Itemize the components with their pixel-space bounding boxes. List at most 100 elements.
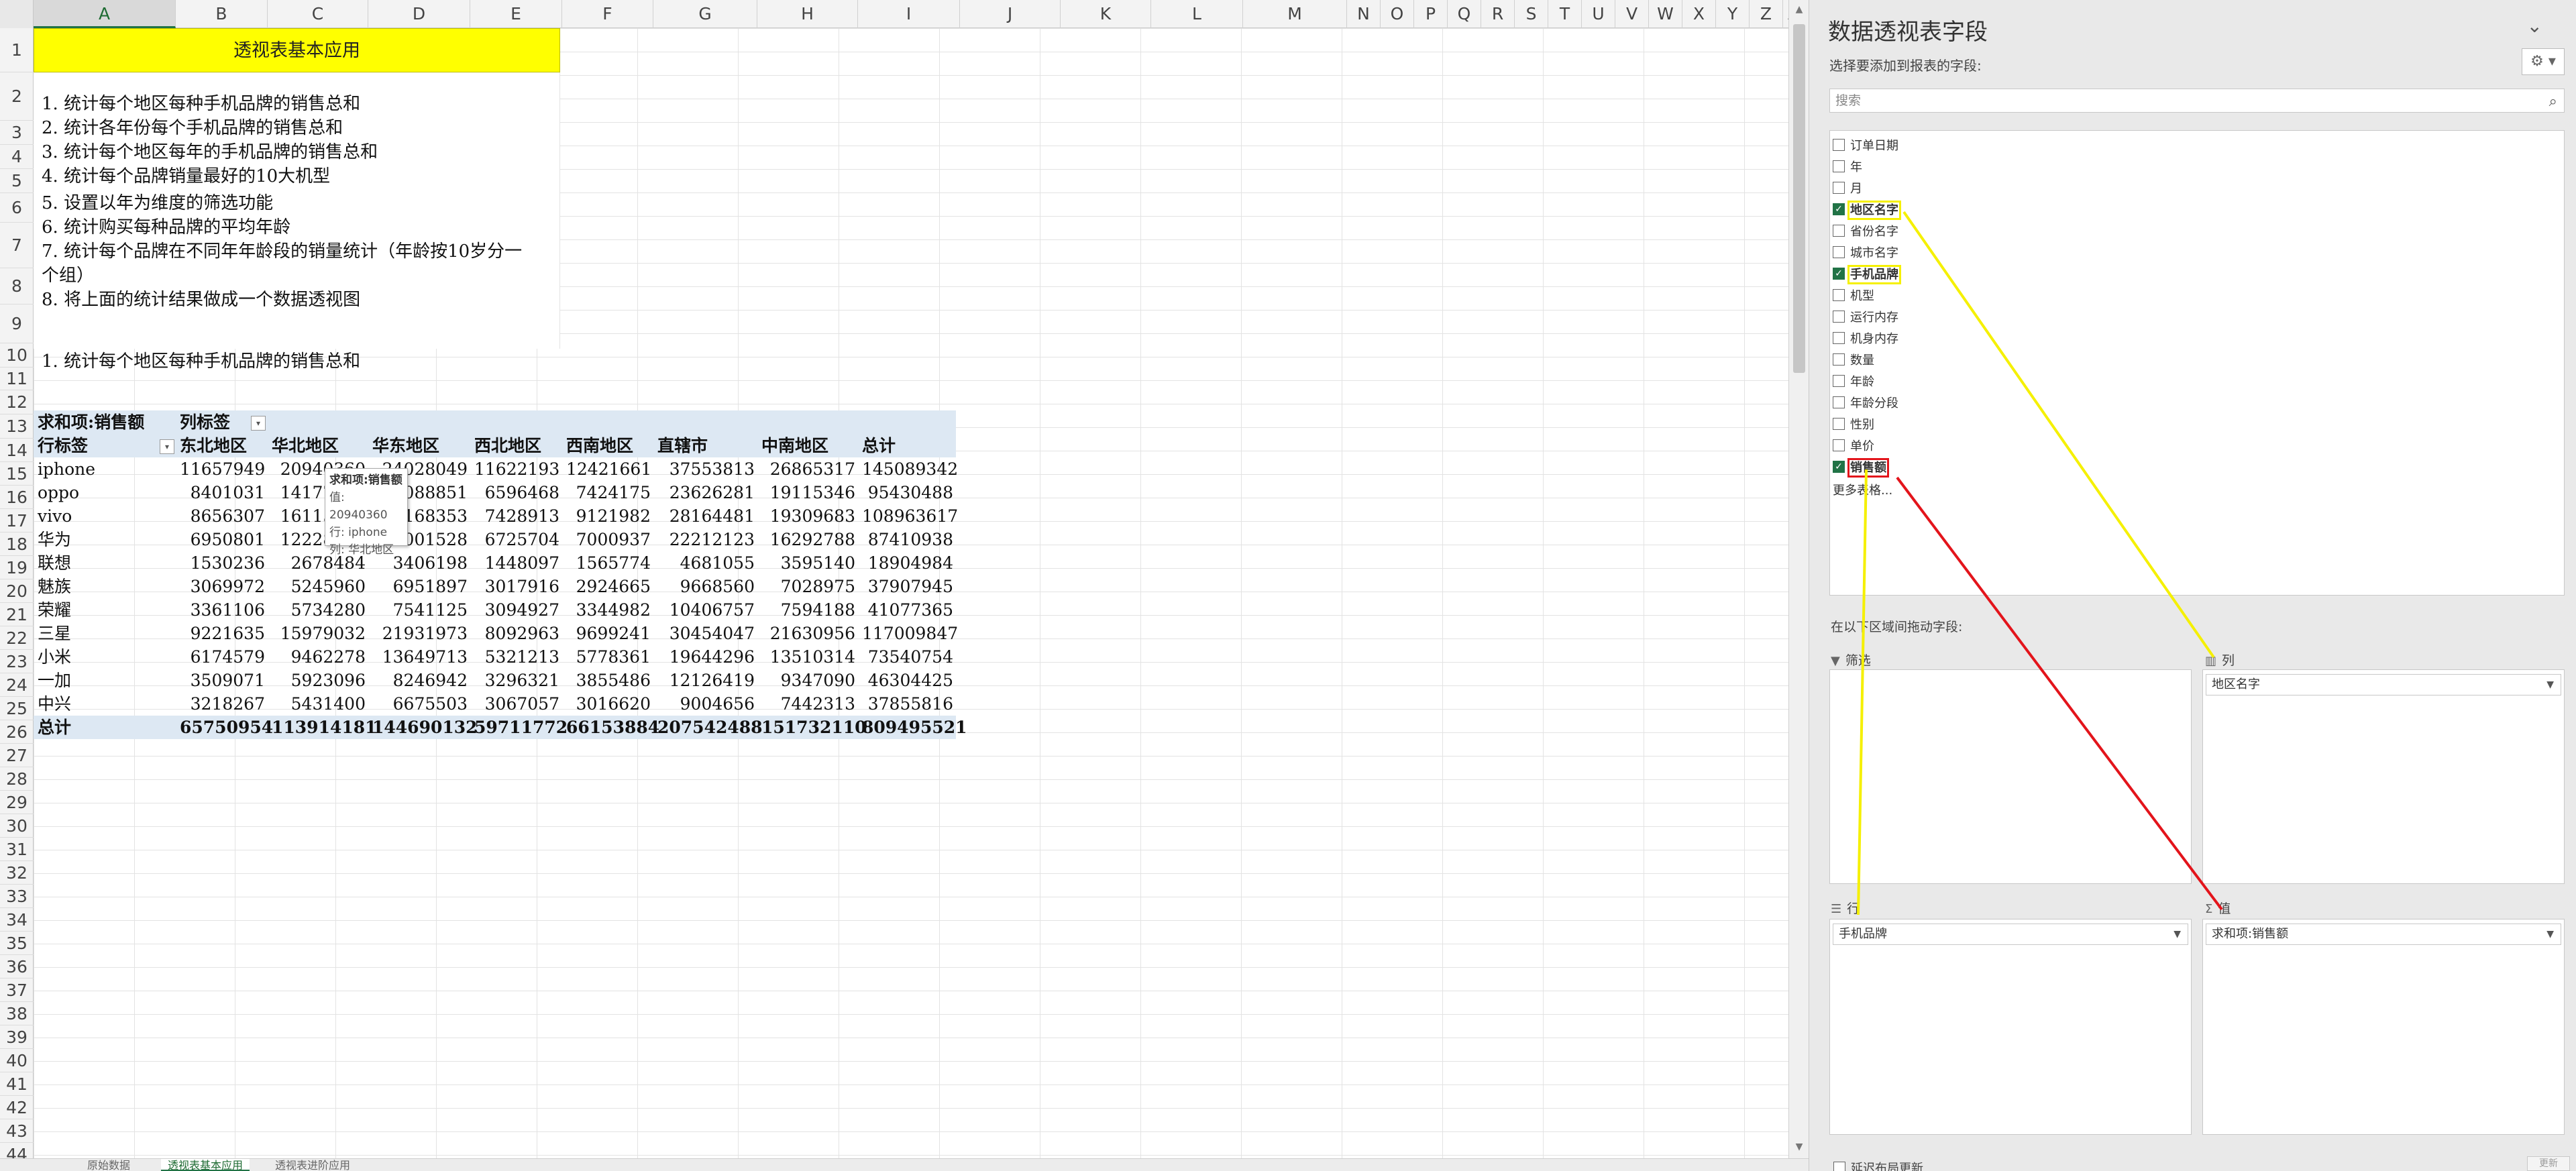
row-header[interactable]: 33 <box>0 885 34 908</box>
pivot-header-cell[interactable]: 东北地区 <box>180 434 265 457</box>
checkbox-icon[interactable] <box>1833 418 1845 430</box>
pivot-total-cell[interactable]: 809495521 <box>862 716 967 739</box>
column-header-f[interactable]: F <box>562 0 653 28</box>
checkbox-icon[interactable] <box>1833 396 1845 408</box>
column-header-c[interactable]: C <box>268 0 368 28</box>
pivot-data-row[interactable]: 中兴 3218267 5431400 6675503 3067057 3016620 900… <box>34 692 956 716</box>
field-item[interactable]: 省份名字 <box>1833 222 1898 242</box>
instruction-line[interactable]: 6. 统计购买每种品牌的平均年龄 <box>42 213 290 238</box>
instruction-line[interactable]: 8. 将上面的统计结果做成一个数据透视图 <box>42 286 360 311</box>
column-header-h[interactable]: H <box>757 0 858 28</box>
pivot-value-label[interactable]: 求和项:销售额 <box>38 410 173 434</box>
field-item[interactable]: 性别 <box>1833 415 1874 435</box>
pivot-value-cell[interactable]: 37855816 <box>862 692 953 716</box>
column-header-w[interactable]: W <box>1649 0 1682 28</box>
pivot-total-cell[interactable]: 59711772 <box>474 716 568 739</box>
pivot-value-cell[interactable]: 37907945 <box>862 575 953 598</box>
row-header[interactable]: 4 <box>0 145 34 169</box>
instruction-line[interactable]: 7. 统计每个品牌在不同年年龄段的销量统计（年龄按10岁分一 <box>42 237 522 262</box>
column-header-g[interactable]: G <box>653 0 757 28</box>
row-header[interactable]: 8 <box>0 268 34 304</box>
columns-area[interactable]: 地区名字 ▼ <box>2202 669 2565 884</box>
pivot-value-cell[interactable]: 3016620 <box>566 692 651 716</box>
column-header-k[interactable]: K <box>1061 0 1151 28</box>
pivot-value-cell[interactable]: 7594188 <box>761 598 855 622</box>
pivot-data-row[interactable]: 荣耀 3361106 5734280 7541125 3094927 3344982 104… <box>34 598 956 622</box>
row-header[interactable]: 7 <box>0 223 34 268</box>
pivot-value-cell[interactable]: 6596468 <box>474 481 559 504</box>
pivot-value-cell[interactable]: 5245960 <box>272 575 366 598</box>
pivot-value-cell[interactable]: 145089342 <box>862 457 958 481</box>
pivot-value-cell[interactable]: 9668560 <box>657 575 755 598</box>
field-item[interactable]: 城市名字 <box>1833 243 1898 264</box>
column-header-s[interactable]: S <box>1515 0 1548 28</box>
values-item[interactable]: 求和项:销售额 ▼ <box>2206 924 2561 945</box>
pivot-header-cell[interactable]: 华东地区 <box>372 434 468 457</box>
pivot-value-cell[interactable]: 37553813 <box>657 457 755 481</box>
row-header[interactable]: 10 <box>0 343 34 368</box>
pivot-header-cell[interactable]: 总计 <box>862 434 953 457</box>
sheet-tab[interactable]: 原始数据 <box>80 1159 137 1171</box>
pivot-value-cell[interactable]: 21931973 <box>372 622 468 645</box>
pivot-value-cell[interactable]: 19309683 <box>761 504 855 528</box>
row-header[interactable]: 12 <box>0 390 34 414</box>
row-header[interactable]: 26 <box>0 720 34 744</box>
row-header[interactable]: 22 <box>0 626 34 650</box>
pivot-value-cell[interactable]: 3094927 <box>474 598 559 622</box>
pivot-data-row[interactable]: vivo 8656307 16115689 18168353 7428913 912198… <box>34 504 958 528</box>
pivot-data-row[interactable]: iphone 11657949 20940360 24028049 11622193 12… <box>34 457 958 481</box>
pivot-value-cell[interactable]: 8656307 <box>180 504 265 528</box>
pivot-brand-cell[interactable]: 一加 <box>38 669 173 692</box>
pivot-brand-cell[interactable]: 联想 <box>38 551 173 575</box>
row-header[interactable]: 39 <box>0 1025 34 1049</box>
column-filter-dropdown-icon[interactable]: ▾ <box>251 416 266 431</box>
row-header[interactable]: 37 <box>0 979 34 1002</box>
field-list[interactable]: 更多表格... 订单日期年月 ✓ 地区名字 省份名字 城市名字 ✓ 手机品牌 机型 运行内存 机身… <box>1829 130 2565 596</box>
pivot-value-cell[interactable]: 6951897 <box>372 575 468 598</box>
pivot-data-row[interactable]: 魅族 3069972 5245960 6951897 3017916 2924665 966… <box>34 575 956 598</box>
checkbox-icon[interactable] <box>1833 225 1845 237</box>
pivot-total-label[interactable]: 总计 <box>38 716 173 739</box>
more-tables-link[interactable]: 更多表格... <box>1833 481 1892 498</box>
sheet-tab[interactable]: 透视表进阶应用 <box>268 1159 357 1171</box>
field-item[interactable]: ✓ 地区名字 <box>1833 201 1901 221</box>
pivot-value-cell[interactable]: 8246942 <box>372 669 468 692</box>
row-header[interactable]: 32 <box>0 861 34 885</box>
row-header[interactable]: 25 <box>0 697 34 720</box>
pivot-brand-cell[interactable]: 荣耀 <box>38 598 173 622</box>
column-header-aa[interactable]: AA <box>1783 0 1788 28</box>
column-header-p[interactable]: P <box>1414 0 1448 28</box>
column-header-l[interactable]: L <box>1151 0 1243 28</box>
pivot-brand-cell[interactable]: 三星 <box>38 622 173 645</box>
field-item[interactable]: ✓ 销售额 <box>1833 458 1889 478</box>
pivot-total-row[interactable]: 总计 65750954 113914181 144690132 59711772 6615… <box>34 716 967 739</box>
pivot-data-row[interactable]: oppo 8401031 14177032 18088851 6596468 742417… <box>34 481 956 504</box>
pivot-total-cell[interactable]: 65750954 <box>180 716 273 739</box>
column-header-b[interactable]: B <box>176 0 268 28</box>
pivot-value-cell[interactable]: 10406757 <box>657 598 755 622</box>
row-header[interactable]: 13 <box>0 414 34 439</box>
pivot-data-row[interactable]: 华为 6950801 12228877 16001528 6725704 7000937 2… <box>34 528 956 551</box>
pivot-value-cell[interactable]: 7424175 <box>566 481 651 504</box>
checked-checkbox-icon[interactable]: ✓ <box>1833 461 1845 473</box>
row-header[interactable]: 23 <box>0 650 34 673</box>
pivot-data-row[interactable]: 三星 9221635 15979032 21931973 8092963 9699241 3… <box>34 622 958 645</box>
pivot-value-cell[interactable]: 6950801 <box>180 528 265 551</box>
defer-checkbox[interactable] <box>1833 1162 1845 1171</box>
pivot-value-cell[interactable]: 11657949 <box>180 457 265 481</box>
pivot-brand-cell[interactable]: iphone <box>38 457 173 481</box>
row-header[interactable]: 43 <box>0 1119 34 1143</box>
pivot-value-cell[interactable]: 2924665 <box>566 575 651 598</box>
pivot-value-cell[interactable]: 9699241 <box>566 622 651 645</box>
row-header[interactable]: 27 <box>0 744 34 767</box>
pivot-data-row[interactable]: 一加 3509071 5923096 8246942 3296321 3855486 121… <box>34 669 956 692</box>
pivot-column-label[interactable]: 列标签 <box>180 410 307 434</box>
row-header[interactable]: 15 <box>0 462 34 486</box>
pivot-value-cell[interactable]: 3855486 <box>566 669 651 692</box>
pivot-value-cell[interactable]: 3595140 <box>761 551 855 575</box>
field-item[interactable]: 单价 <box>1833 437 1874 457</box>
pivot-value-cell[interactable]: 3069972 <box>180 575 265 598</box>
column-header-bar[interactable]: ABCDEFGHIJKLMNOPQRSTUVWXYZAA <box>0 0 1788 28</box>
row-header[interactable]: 30 <box>0 814 34 838</box>
pivot-value-cell[interactable]: 73540754 <box>862 645 953 669</box>
